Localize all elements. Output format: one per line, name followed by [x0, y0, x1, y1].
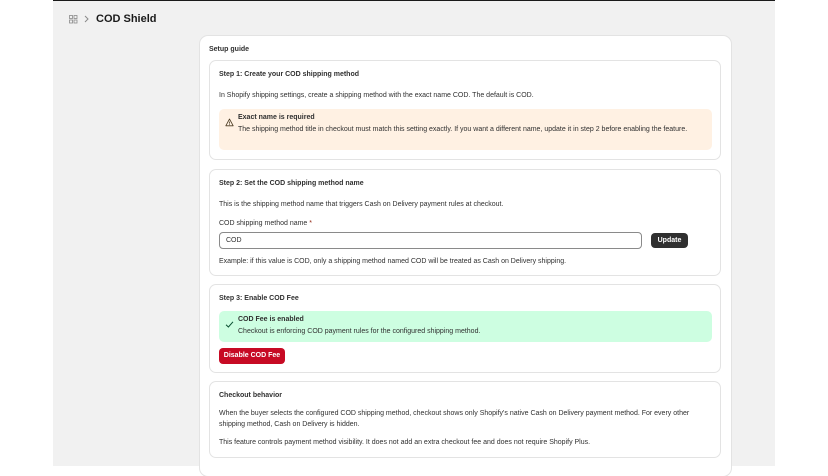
warning-banner: Exact name is required The shipping meth… — [219, 109, 712, 150]
step-1-title: Step 1: Create your COD shipping method — [219, 71, 360, 78]
step-3-title: Step 3: Enable COD Fee — [219, 295, 299, 302]
cod-name-input[interactable]: COD — [219, 232, 642, 249]
disable-cod-fee-button[interactable]: Disable COD Fee — [219, 348, 285, 364]
chevron-right-icon — [84, 15, 90, 23]
page-title: COD Shield — [96, 13, 157, 25]
grid-icon[interactable] — [68, 14, 78, 24]
checkout-behavior-card: Checkout behavior When the buyer selects… — [209, 381, 721, 458]
cod-name-label: COD shipping method name * — [219, 220, 313, 227]
page-header: COD Shield — [68, 11, 157, 27]
checkout-behavior-paragraph-1: When the buyer selects the configured CO… — [219, 410, 690, 428]
step-1-description: In Shopify shipping settings, create a s… — [219, 92, 534, 99]
step-2-card: Step 2: Set the COD shipping method name… — [209, 169, 721, 276]
required-mark: * — [309, 220, 313, 227]
checkout-behavior-title: Checkout behavior — [219, 392, 283, 399]
warning-banner-title: Exact name is required — [238, 114, 315, 121]
app-frame: COD Shield Setup guide Step 1: Create yo… — [53, 0, 775, 476]
checkmark-icon — [225, 316, 234, 328]
step-1-card: Step 1: Create your COD shipping method … — [209, 60, 721, 160]
step-2-description: This is the shipping method name that tr… — [219, 201, 504, 208]
setup-guide-title: Setup guide — [209, 46, 250, 53]
alert-triangle-icon — [225, 114, 234, 127]
success-banner-title: COD Fee is enabled — [238, 316, 304, 323]
setup-guide-card: Setup guide Step 1: Create your COD ship… — [200, 36, 731, 476]
update-button[interactable]: Update — [651, 233, 688, 248]
warning-banner-body: The shipping method title in checkout mu… — [238, 126, 688, 133]
checkout-behavior-paragraph-2: This feature controls payment method vis… — [219, 439, 591, 446]
step-2-help: Example: if this value is COD, only a sh… — [219, 258, 567, 265]
success-banner: COD Fee is enabled Checkout is enforcing… — [219, 311, 712, 342]
step-2-title: Step 2: Set the COD shipping method name — [219, 180, 364, 187]
success-banner-body: Checkout is enforcing COD payment rules … — [238, 328, 481, 335]
step-3-card: Step 3: Enable COD Fee COD Fee is enable… — [209, 284, 721, 373]
